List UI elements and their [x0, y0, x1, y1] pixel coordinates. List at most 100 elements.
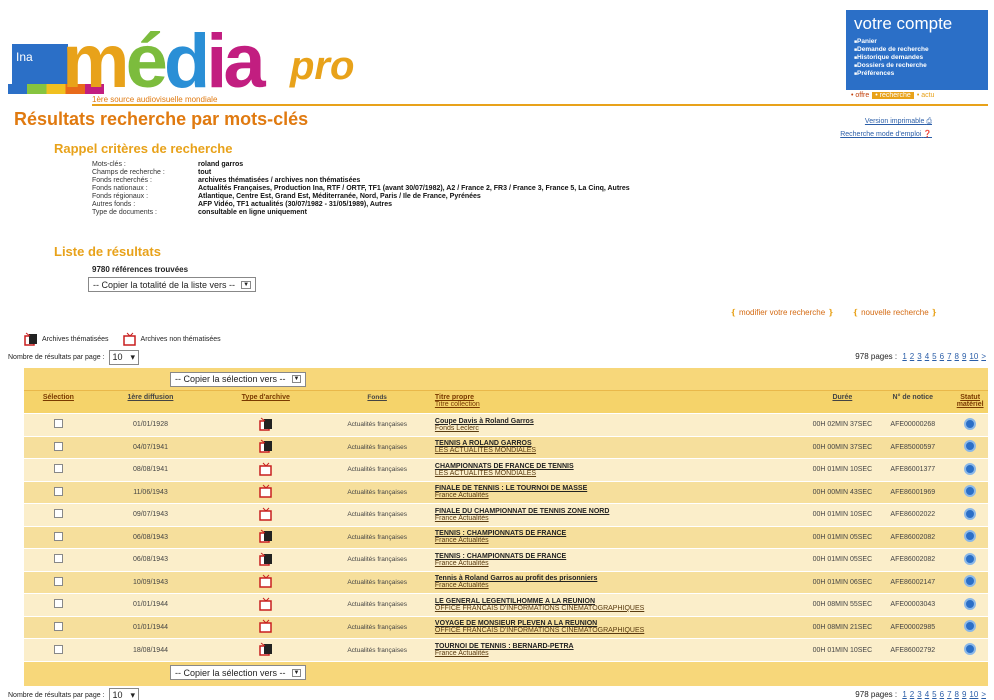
media-pro-logo[interactable]: Ina média pro — [8, 24, 368, 102]
status-disc-icon[interactable] — [964, 597, 977, 610]
page-link[interactable]: 5 — [932, 352, 936, 361]
account-link-demande[interactable]: Demande de recherche — [854, 46, 980, 54]
account-link-preferences[interactable]: Préférences — [854, 70, 980, 78]
row-title-link[interactable]: Tennis à Roland Garros au profit des pri… — [435, 575, 812, 582]
row-notice: AFE86002022 — [873, 503, 953, 526]
status-disc-icon[interactable] — [964, 507, 977, 520]
row-duration: 00H 00MIN 37SEC — [811, 435, 874, 459]
col-titre[interactable]: Titre propre Titre collection — [430, 390, 812, 414]
row-checkbox[interactable] — [53, 509, 63, 519]
page-link[interactable]: 7 — [947, 352, 951, 361]
next-page-link[interactable]: > — [981, 690, 986, 699]
status-disc-icon[interactable] — [964, 643, 977, 655]
row-checkbox[interactable] — [53, 554, 63, 564]
col-type[interactable]: Type d'archive — [208, 390, 324, 414]
nav-actu[interactable]: • actu — [914, 92, 938, 99]
row-collection-link[interactable]: France Actualités — [435, 582, 812, 589]
row-collection-link[interactable]: France Actualités — [435, 650, 812, 657]
status-disc-icon[interactable] — [964, 440, 977, 453]
row-checkbox[interactable] — [53, 531, 63, 541]
page-link[interactable]: 10 — [969, 690, 978, 699]
row-title-link[interactable]: TENNIS : CHAMPIONNATS DE FRANCE — [435, 553, 812, 560]
col-selection[interactable]: Sélection — [24, 390, 93, 414]
row-title-link[interactable]: TENNIS A ROLAND GARROS — [435, 440, 812, 447]
page-link[interactable]: 6 — [940, 690, 944, 699]
help-link[interactable]: Recherche mode d'emploi ❓ — [820, 130, 932, 138]
row-collection-link[interactable]: France Actualités — [435, 492, 812, 499]
row-checkbox[interactable] — [53, 644, 63, 654]
results-per-page-bottom: Nombre de résultats par page : 10 ▾ — [8, 688, 140, 700]
row-title-link[interactable]: CHAMPIONNATS DE FRANCE DE TENNIS — [435, 463, 812, 470]
archive-legend: Archives thématisées Archives non thémat… — [24, 332, 221, 346]
row-checkbox[interactable] — [53, 599, 63, 609]
page-link[interactable]: 6 — [940, 352, 944, 361]
copy-all-select[interactable]: -- Copier la totalité de la liste vers -… — [88, 277, 257, 292]
status-disc-icon[interactable] — [964, 530, 977, 543]
row-checkbox[interactable] — [53, 441, 63, 451]
row-collection-link[interactable]: France Actualités — [435, 560, 812, 567]
row-title-link[interactable]: TOURNOI DE TENNIS : BERNARD-PETRA — [435, 643, 812, 650]
modify-search-link[interactable]: ❴ modifier votre recherche ❵ — [730, 308, 834, 317]
status-disc-icon[interactable] — [964, 462, 977, 475]
page-link[interactable]: 3 — [917, 690, 921, 699]
status-disc-icon[interactable] — [964, 485, 977, 498]
row-checkbox[interactable] — [53, 419, 63, 429]
page-link[interactable]: 4 — [925, 352, 929, 361]
row-title-link[interactable]: Coupe Davis à Roland Garros — [435, 418, 812, 425]
page-link[interactable]: 2 — [910, 690, 914, 699]
row-collection-link[interactable]: France Actualités — [435, 515, 812, 522]
per-page-select-bottom[interactable]: 10 ▾ — [108, 688, 140, 700]
row-checkbox[interactable] — [53, 486, 63, 496]
col-statut[interactable]: Statut matériel — [952, 390, 988, 414]
page-title: Résultats recherche par mots-clés — [14, 109, 309, 129]
page-link[interactable]: 5 — [932, 690, 936, 699]
row-collection-link[interactable]: OFFICE FRANCAIS D'INFORMATIONS CINEMATOG… — [435, 605, 812, 612]
row-collection-link[interactable]: Fonds Leclerc — [435, 425, 812, 432]
page-link[interactable]: 1 — [902, 352, 906, 361]
page-link[interactable]: 4 — [925, 690, 929, 699]
account-link-historique[interactable]: Historique demandes — [854, 54, 980, 62]
status-disc-icon[interactable] — [964, 575, 977, 588]
page-link[interactable]: 1 — [902, 690, 906, 699]
page-link[interactable]: 2 — [910, 352, 914, 361]
row-checkbox[interactable] — [53, 621, 63, 631]
pagination-top: 978 pages : 1 2 3 4 5 6 7 8 9 10 > — [855, 352, 986, 361]
row-title-link[interactable]: VOYAGE DE MONSIEUR PLEVEN A LA REUNION — [435, 620, 812, 627]
row-collection-link[interactable]: LES ACTUALITES MONDIALES — [435, 470, 812, 477]
copy-selection-select-top[interactable]: -- Copier la sélection vers -- ▼ — [170, 371, 307, 387]
row-checkbox[interactable] — [53, 576, 63, 586]
nav-recherche[interactable]: • recherche — [872, 92, 914, 99]
page-link[interactable]: 8 — [955, 690, 959, 699]
col-fonds[interactable]: Fonds — [323, 390, 431, 414]
status-disc-icon[interactable] — [964, 417, 977, 430]
new-search-link[interactable]: ❴ nouvelle recherche ❵ — [852, 308, 937, 317]
page-link[interactable]: 9 — [962, 690, 966, 699]
row-date: 01/01/1944 — [92, 593, 209, 616]
col-duree[interactable]: Durée — [811, 390, 874, 414]
per-page-select[interactable]: 10 ▾ — [108, 350, 140, 365]
row-title-link[interactable]: TENNIS : CHAMPIONNATS DE FRANCE — [435, 530, 812, 537]
col-date[interactable]: 1ère diffusion — [92, 390, 209, 414]
archive-thematised-icon — [259, 642, 273, 656]
row-collection-link[interactable]: France Actualités — [435, 537, 812, 544]
row-checkbox[interactable] — [53, 464, 63, 474]
status-disc-icon[interactable] — [964, 620, 977, 633]
row-title-link[interactable]: FINALE DE TENNIS : LE TOURNOI DE MASSE — [435, 485, 812, 492]
copy-selection-select-bottom[interactable]: -- Copier la sélection vers -- ▼ — [170, 665, 307, 680]
row-title-link[interactable]: LE GENERAL LEGENTILHOMME A LA REUNION — [435, 598, 812, 605]
row-collection-link[interactable]: OFFICE FRANCAIS D'INFORMATIONS CINEMATOG… — [435, 627, 812, 634]
row-title-link[interactable]: FINALE DU CHAMPIONNAT DE TENNIS ZONE NOR… — [435, 508, 812, 515]
row-collection-link[interactable]: LES ACTUALITES MONDIALES — [435, 447, 812, 454]
account-link-panier[interactable]: Panier — [854, 38, 980, 46]
criteria-list: Mots-clés : roland garros Champs de reche… — [92, 161, 630, 216]
next-page-link[interactable]: > — [981, 352, 986, 361]
status-disc-icon[interactable] — [964, 552, 977, 565]
page-link[interactable]: 9 — [962, 352, 966, 361]
page-link[interactable]: 3 — [917, 352, 921, 361]
print-link[interactable]: Version imprimable ⎙ — [820, 118, 932, 126]
page-link[interactable]: 8 — [955, 352, 959, 361]
account-link-dossiers[interactable]: Dossiers de recherche — [854, 62, 980, 70]
nav-offre[interactable]: • offre — [848, 92, 872, 99]
page-link[interactable]: 10 — [969, 352, 978, 361]
page-link[interactable]: 7 — [947, 690, 951, 699]
